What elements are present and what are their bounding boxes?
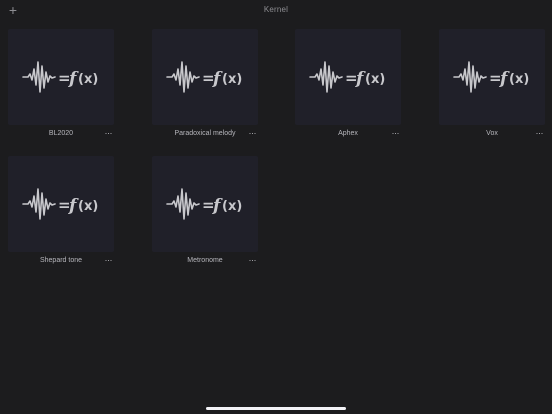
project-card[interactable]: = f (x) Shepard tone ··· <box>8 156 114 270</box>
waveform-fx-icon: = f (x) <box>166 188 242 220</box>
project-thumbnail[interactable]: = f (x) <box>439 29 545 125</box>
waveform-fx-icon: = f (x) <box>166 61 242 93</box>
svg-text:(x): (x) <box>509 72 529 87</box>
project-thumbnail[interactable]: = f (x) <box>8 156 114 252</box>
project-name: Shepard tone <box>39 257 83 264</box>
project-name: BL2020 <box>48 130 74 137</box>
project-name: Metronome <box>187 257 223 264</box>
project-label-row: Paradoxical melody ··· <box>152 128 258 143</box>
ellipsis-icon: ··· <box>104 128 113 138</box>
more-options-button[interactable]: ··· <box>249 255 257 265</box>
project-thumbnail[interactable]: = f (x) <box>295 29 401 125</box>
ellipsis-icon: ··· <box>248 128 257 138</box>
project-name: Paradoxical melody <box>174 130 236 137</box>
ellipsis-icon: ··· <box>535 128 544 138</box>
project-name: Vox <box>486 130 498 137</box>
project-label-row: Shepard tone ··· <box>8 255 114 270</box>
project-thumbnail[interactable]: = f (x) <box>152 29 258 125</box>
svg-text:(x): (x) <box>222 72 242 87</box>
project-card[interactable]: = f (x) Metronome ··· <box>152 156 258 270</box>
waveform-fx-icon: = f (x) <box>453 61 529 93</box>
ellipsis-icon: ··· <box>248 255 257 265</box>
project-card[interactable]: = f (x) Aphex ··· <box>295 29 401 143</box>
project-card[interactable]: = f (x) Paradoxical melody ··· <box>152 29 258 143</box>
svg-text:(x): (x) <box>78 199 98 214</box>
svg-text:(x): (x) <box>222 199 242 214</box>
project-label-row: BL2020 ··· <box>8 128 114 143</box>
project-thumbnail[interactable]: = f (x) <box>152 156 258 252</box>
page-title: Kernel <box>263 5 289 14</box>
more-options-button[interactable]: ··· <box>105 255 113 265</box>
project-card[interactable]: = f (x) Vox ··· <box>439 29 545 143</box>
project-label-row: Aphex ··· <box>295 128 401 143</box>
more-options-button[interactable]: ··· <box>392 128 400 138</box>
project-browser-screen: + Kernel = f (x) BL2020 ··· = f (x) Para… <box>0 0 552 414</box>
waveform-fx-icon: = f (x) <box>22 188 98 220</box>
top-bar: + Kernel <box>0 0 552 22</box>
svg-text:(x): (x) <box>78 72 98 87</box>
more-options-button[interactable]: ··· <box>536 128 544 138</box>
project-name: Aphex <box>338 130 358 137</box>
waveform-fx-icon: = f (x) <box>309 61 385 93</box>
project-thumbnail[interactable]: = f (x) <box>8 29 114 125</box>
ellipsis-icon: ··· <box>104 255 113 265</box>
project-card[interactable]: = f (x) BL2020 ··· <box>8 29 114 143</box>
more-options-button[interactable]: ··· <box>249 128 257 138</box>
ellipsis-icon: ··· <box>391 128 400 138</box>
project-label-row: Vox ··· <box>439 128 545 143</box>
project-label-row: Metronome ··· <box>152 255 258 270</box>
home-indicator[interactable] <box>206 407 346 410</box>
more-options-button[interactable]: ··· <box>105 128 113 138</box>
svg-text:(x): (x) <box>365 72 385 87</box>
waveform-fx-icon: = f (x) <box>22 61 98 93</box>
